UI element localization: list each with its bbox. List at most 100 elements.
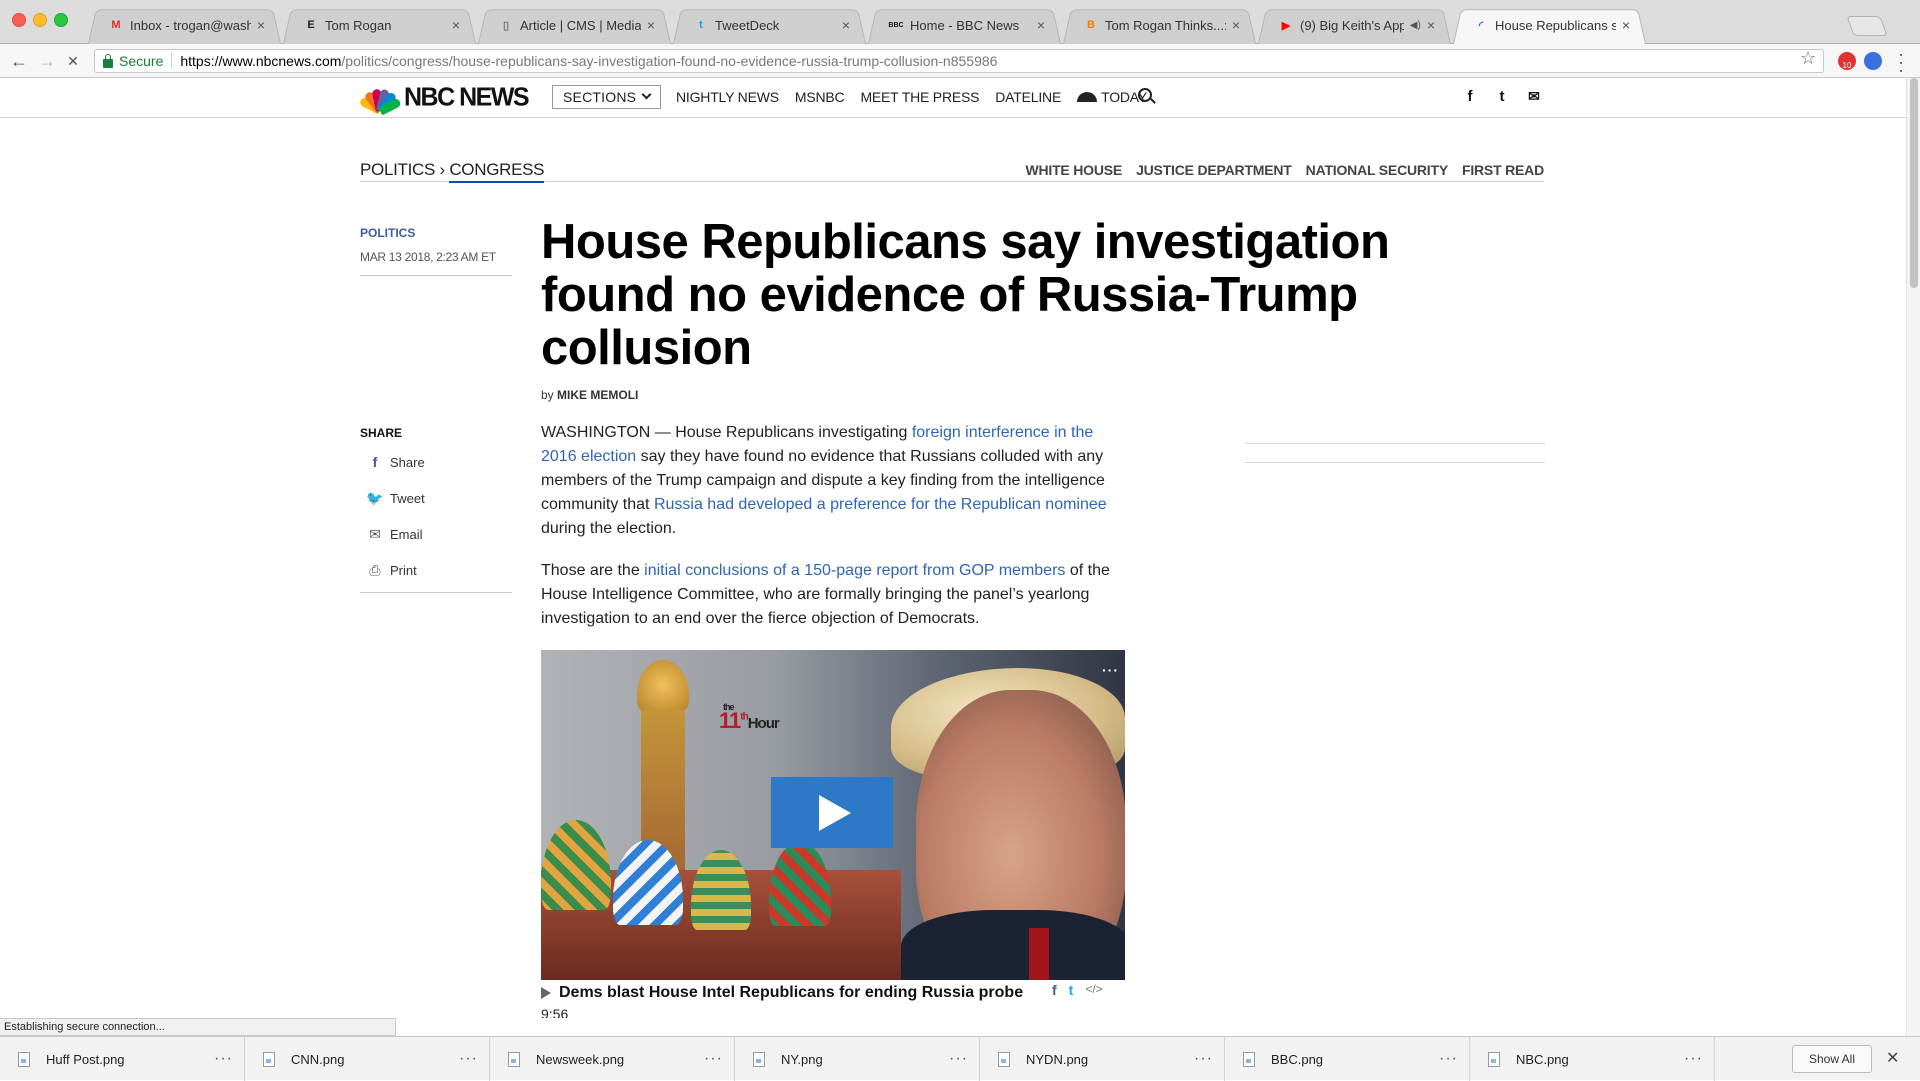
breadcrumb-congress[interactable]: CONGRESS bbox=[449, 160, 545, 183]
download-item[interactable]: NY.png ··· bbox=[735, 1037, 980, 1081]
download-options-icon[interactable]: ··· bbox=[704, 1050, 734, 1068]
subnav-links: WHITE HOUSE JUSTICE DEPARTMENT NATIONAL … bbox=[1011, 162, 1544, 178]
examiner-icon: E bbox=[307, 19, 315, 31]
window-zoom-button[interactable] bbox=[54, 13, 68, 27]
browser-tab[interactable]: ◜ House Republicans say investigation × bbox=[1443, 6, 1656, 44]
download-item[interactable]: BBC.png ··· bbox=[1225, 1037, 1470, 1081]
extension-icon[interactable]: 10 bbox=[1838, 52, 1856, 70]
download-filename: BBC.png bbox=[1271, 1051, 1324, 1067]
download-options-icon[interactable]: ··· bbox=[214, 1050, 244, 1068]
browser-menu-icon[interactable]: · · · bbox=[1896, 45, 1906, 79]
video-play-button[interactable] bbox=[771, 777, 893, 848]
nav-meet-the-press[interactable]: MEET THE PRESS bbox=[860, 89, 979, 105]
sections-menu-button[interactable]: SECTIONS bbox=[552, 85, 662, 109]
download-filename: NBC.png bbox=[1516, 1051, 1569, 1067]
download-item[interactable]: Huff Post.png ··· bbox=[0, 1037, 245, 1081]
video-player[interactable]: the 11thHour ··· bbox=[541, 650, 1125, 980]
show-logo-top: the bbox=[723, 702, 734, 712]
download-options-icon[interactable]: ··· bbox=[459, 1050, 489, 1068]
download-item[interactable]: CNN.png ··· bbox=[245, 1037, 490, 1081]
tab-close-icon[interactable]: × bbox=[1037, 17, 1045, 33]
browser-tab[interactable]: t TweetDeck × bbox=[663, 6, 876, 44]
video-twitter-icon[interactable]: t bbox=[1069, 982, 1074, 998]
download-filename: CNN.png bbox=[291, 1051, 345, 1067]
audio-playing-icon[interactable]: ◀) bbox=[1410, 20, 1421, 31]
close-downloads-icon[interactable]: ✕ bbox=[1886, 1048, 1899, 1068]
tab-close-icon[interactable]: × bbox=[1232, 17, 1240, 33]
subnav-white-house[interactable]: WHITE HOUSE bbox=[1025, 162, 1122, 178]
window-minimize-button[interactable] bbox=[33, 13, 47, 27]
scrollbar-thumb[interactable] bbox=[1910, 78, 1918, 288]
author-name[interactable]: MIKE MEMOLI bbox=[557, 388, 638, 402]
facebook-icon[interactable]: f bbox=[1462, 88, 1478, 105]
show-all-downloads-button[interactable]: Show All bbox=[1792, 1045, 1872, 1073]
tab-title: Tom Rogan Thinks...: CIA Rep bbox=[1105, 17, 1226, 33]
tab-close-icon[interactable]: × bbox=[1622, 17, 1630, 33]
tab-close-icon[interactable]: × bbox=[647, 17, 655, 33]
nav-dateline[interactable]: DATELINE bbox=[995, 89, 1061, 105]
tab-title: (9) Big Keith's Appraisal - bbox=[1300, 17, 1404, 33]
twitter-icon[interactable]: t bbox=[1494, 88, 1510, 105]
secure-label: Secure bbox=[119, 53, 164, 69]
video-facebook-icon[interactable]: f bbox=[1052, 982, 1057, 998]
back-button[interactable]: ← bbox=[8, 50, 30, 72]
share-tweet-button[interactable]: 🐦 Tweet bbox=[360, 480, 512, 516]
browser-tab[interactable]: M Inbox - trogan@washingtonexaminer.com × bbox=[78, 6, 291, 44]
browser-tab[interactable]: ▯ Article | CMS | MediaDC × bbox=[468, 6, 681, 44]
share-print-button[interactable]: ⎙ Print bbox=[360, 552, 512, 588]
nav-nightly-news[interactable]: NIGHTLY NEWS bbox=[676, 89, 779, 105]
download-item[interactable]: Newsweek.png ··· bbox=[490, 1037, 735, 1081]
image-file-icon bbox=[1488, 1051, 1500, 1067]
video-more-icon[interactable]: ··· bbox=[1102, 662, 1119, 678]
nbc-news-logo[interactable]: NBC NEWS bbox=[358, 82, 530, 115]
logo-text: NBC NEWS bbox=[404, 82, 530, 112]
share-share-button[interactable]: f Share bbox=[360, 444, 512, 480]
video-caption[interactable]: Dems blast House Intel Republicans for e… bbox=[541, 984, 1126, 1002]
subnav-first-read[interactable]: FIRST READ bbox=[1462, 162, 1544, 178]
url-host: https://www.nbcnews.com bbox=[180, 53, 342, 69]
email-icon[interactable]: ✉ bbox=[1526, 88, 1542, 104]
window-close-button[interactable] bbox=[12, 13, 26, 27]
image-file-icon bbox=[263, 1051, 275, 1067]
video-embed-icon[interactable]: </> bbox=[1085, 982, 1102, 998]
twitter-icon: 🐦 bbox=[366, 489, 384, 506]
download-item[interactable]: NYDN.png ··· bbox=[980, 1037, 1225, 1081]
article-kicker[interactable]: POLITICS bbox=[360, 226, 512, 240]
extension-v-icon[interactable] bbox=[1864, 52, 1882, 70]
browser-tab[interactable]: ▶ (9) Big Keith's Appraisal - ◀) × bbox=[1248, 6, 1461, 44]
browser-tab[interactable]: B Tom Rogan Thinks...: CIA Rep × bbox=[1053, 6, 1266, 44]
subnav-national-security[interactable]: NATIONAL SECURITY bbox=[1306, 162, 1449, 178]
nav-msnbc[interactable]: MSNBC bbox=[795, 89, 845, 105]
download-options-icon[interactable]: ··· bbox=[1439, 1050, 1469, 1068]
inline-link[interactable]: Russia had developed a preference for th… bbox=[654, 496, 1107, 513]
tab-close-icon[interactable]: × bbox=[452, 17, 460, 33]
peacock-icon bbox=[358, 85, 402, 115]
tab-close-icon[interactable]: × bbox=[842, 17, 850, 33]
article-body: WASHINGTON — House Republicans investiga… bbox=[541, 421, 1126, 649]
tab-close-icon[interactable]: × bbox=[257, 17, 265, 33]
tab-close-icon[interactable]: × bbox=[1427, 17, 1435, 33]
share-label: Print bbox=[390, 562, 417, 578]
browser-tab[interactable]: BBC Home - BBC News × bbox=[858, 6, 1071, 44]
forward-button[interactable]: → bbox=[36, 50, 58, 72]
address-bar[interactable]: Secure https://www.nbcnews.com/politics/… bbox=[94, 49, 1824, 73]
share-email-button[interactable]: ✉ Email bbox=[360, 516, 512, 552]
nav-today[interactable]: TODAY bbox=[1077, 89, 1147, 105]
page-scrollbar[interactable] bbox=[1906, 78, 1920, 1036]
subnav-justice-department[interactable]: JUSTICE DEPARTMENT bbox=[1136, 162, 1292, 178]
download-options-icon[interactable]: ··· bbox=[1684, 1050, 1714, 1068]
twitter-icon: t bbox=[699, 19, 703, 31]
bookmark-star-icon[interactable]: ☆ bbox=[1800, 48, 1816, 69]
download-options-icon[interactable]: ··· bbox=[1194, 1050, 1224, 1068]
breadcrumb-politics[interactable]: POLITICS bbox=[360, 160, 435, 179]
web-page: NBC NEWS SECTIONS NIGHTLY NEWS MSNBC MEE… bbox=[0, 78, 1906, 1036]
video-person-suit bbox=[901, 910, 1125, 980]
stop-loading-button[interactable]: ✕ bbox=[62, 50, 84, 72]
inline-link[interactable]: initial conclusions of a 150-page report… bbox=[644, 562, 1065, 579]
share-list: f Share 🐦 Tweet ✉ Email ⎙ Print bbox=[360, 444, 512, 588]
browser-tab[interactable]: E Tom Rogan × bbox=[273, 6, 486, 44]
new-tab-button[interactable] bbox=[1846, 16, 1888, 36]
download-options-icon[interactable]: ··· bbox=[949, 1050, 979, 1068]
download-item[interactable]: NBC.png ··· bbox=[1470, 1037, 1715, 1081]
search-icon[interactable] bbox=[1138, 88, 1152, 102]
